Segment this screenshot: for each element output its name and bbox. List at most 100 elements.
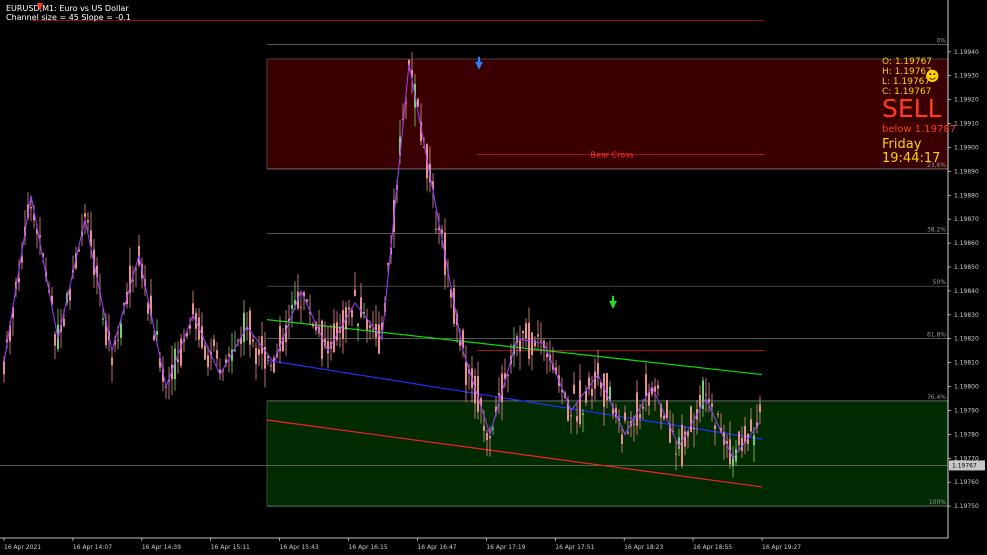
fib-label: 0%	[936, 38, 946, 45]
candle-body	[714, 425, 716, 429]
candle-body	[234, 350, 236, 352]
candle-body	[435, 228, 437, 230]
time-tick-label: 16 Apr 14:07	[73, 544, 112, 551]
price-tick-label: 1.19830	[954, 312, 979, 319]
candle-body	[312, 323, 314, 327]
candle-body	[351, 310, 353, 318]
candle-body	[621, 434, 623, 445]
candle-body	[525, 323, 527, 339]
candle-body	[645, 374, 647, 397]
price-tick-label: 1.19760	[954, 479, 979, 486]
candle-body	[576, 416, 578, 422]
candle-body	[258, 349, 260, 356]
candle-body	[759, 404, 761, 413]
candle-body	[213, 339, 215, 347]
candle-body	[372, 329, 374, 331]
time-tick-label: 16 Apr 19:27	[762, 544, 801, 551]
candle-body	[585, 390, 587, 403]
candle-body	[369, 325, 371, 328]
smiley-face-icon: ☻	[925, 69, 940, 85]
price-tick-label: 1.19900	[954, 144, 979, 151]
candle-body	[378, 324, 380, 354]
candle-body	[102, 318, 104, 320]
candle-body	[441, 229, 443, 234]
sell-signal: SELL	[882, 94, 942, 123]
candle-body	[387, 262, 389, 265]
candle-body	[204, 345, 206, 360]
price-chart[interactable]: 0%23.6%38.2%50%61.8%76.4%100%Bear Cross1…	[0, 0, 987, 555]
candle-body	[336, 322, 338, 341]
candle-body	[753, 435, 755, 446]
bear-cross-label: Bear Cross	[590, 151, 633, 160]
candle-body	[666, 400, 668, 419]
time-tick-label: 16 Apr 14:39	[142, 544, 181, 551]
candle-body	[579, 380, 581, 425]
candle-body	[249, 310, 251, 345]
time-tick-label: 16 Apr 17:19	[486, 544, 525, 551]
candle-body	[489, 436, 491, 439]
candle-body	[540, 340, 542, 342]
time-tick-label: 16 Apr 17:51	[555, 544, 594, 551]
price-tick-label: 1.19840	[954, 288, 979, 295]
candle-body	[483, 425, 485, 431]
candle-body	[522, 330, 524, 334]
candle-body	[591, 388, 593, 396]
candle-body	[717, 413, 719, 415]
candle-body	[708, 399, 710, 402]
green-down-arrow-icon	[609, 295, 617, 309]
candle-body	[705, 394, 707, 396]
candle-body	[627, 432, 629, 434]
price-tick-label: 1.19810	[954, 360, 979, 367]
candle-body	[216, 350, 218, 359]
candle-body	[87, 220, 89, 223]
candle-body	[699, 394, 701, 407]
candle-body	[459, 341, 461, 346]
candle-body	[84, 213, 86, 217]
candle-body	[348, 307, 350, 310]
candle-body	[360, 297, 362, 318]
price-tick-label: 1.19890	[954, 168, 979, 175]
current-price-label: 1.19767	[952, 462, 977, 469]
candle-body	[354, 289, 356, 296]
candle-body	[741, 437, 743, 451]
fib-label: 76.4%	[927, 394, 946, 401]
candle-body	[177, 359, 179, 363]
price-tick-label: 1.19870	[954, 216, 979, 223]
channel-info: Channel size = 45 Slope = -0.1	[6, 13, 132, 22]
candle-body	[519, 340, 521, 352]
candle-body	[492, 428, 494, 430]
price-tick-label: 1.19860	[954, 240, 979, 247]
candle-body	[633, 423, 635, 425]
price-tick-label: 1.19820	[954, 336, 979, 343]
weekday-label: Friday	[882, 137, 922, 152]
candle-body	[366, 319, 368, 330]
candle-body	[153, 335, 155, 341]
price-tick-label: 1.19910	[954, 121, 979, 128]
candle-body	[255, 348, 257, 364]
candle-body	[120, 323, 122, 338]
candle-body	[711, 403, 713, 407]
candle-body	[261, 336, 263, 354]
candle-body	[486, 433, 488, 441]
candle-body	[306, 299, 308, 302]
candle-body	[531, 332, 533, 355]
candle-body	[252, 339, 254, 342]
server-clock: 19:44:17	[882, 151, 941, 166]
candle-body	[690, 406, 692, 432]
time-tick-label: 16 Apr 16:47	[417, 544, 456, 551]
candle-body	[642, 406, 644, 409]
price-tick-label: 1.19800	[954, 384, 979, 391]
candle-body	[663, 415, 665, 419]
candle-body	[465, 361, 467, 385]
candle-body	[639, 413, 641, 419]
candle-body	[63, 318, 65, 326]
demand-zone	[266, 400, 949, 507]
candle-body	[117, 339, 119, 341]
candle-body	[537, 334, 539, 337]
candle-body	[534, 340, 536, 347]
red-down-arrow-icon	[37, 3, 43, 11]
candle-body	[357, 323, 359, 327]
time-tick-label: 16 Apr 16:15	[349, 544, 388, 551]
candle-body	[744, 426, 746, 443]
price-tick-label: 1.19790	[954, 407, 979, 414]
